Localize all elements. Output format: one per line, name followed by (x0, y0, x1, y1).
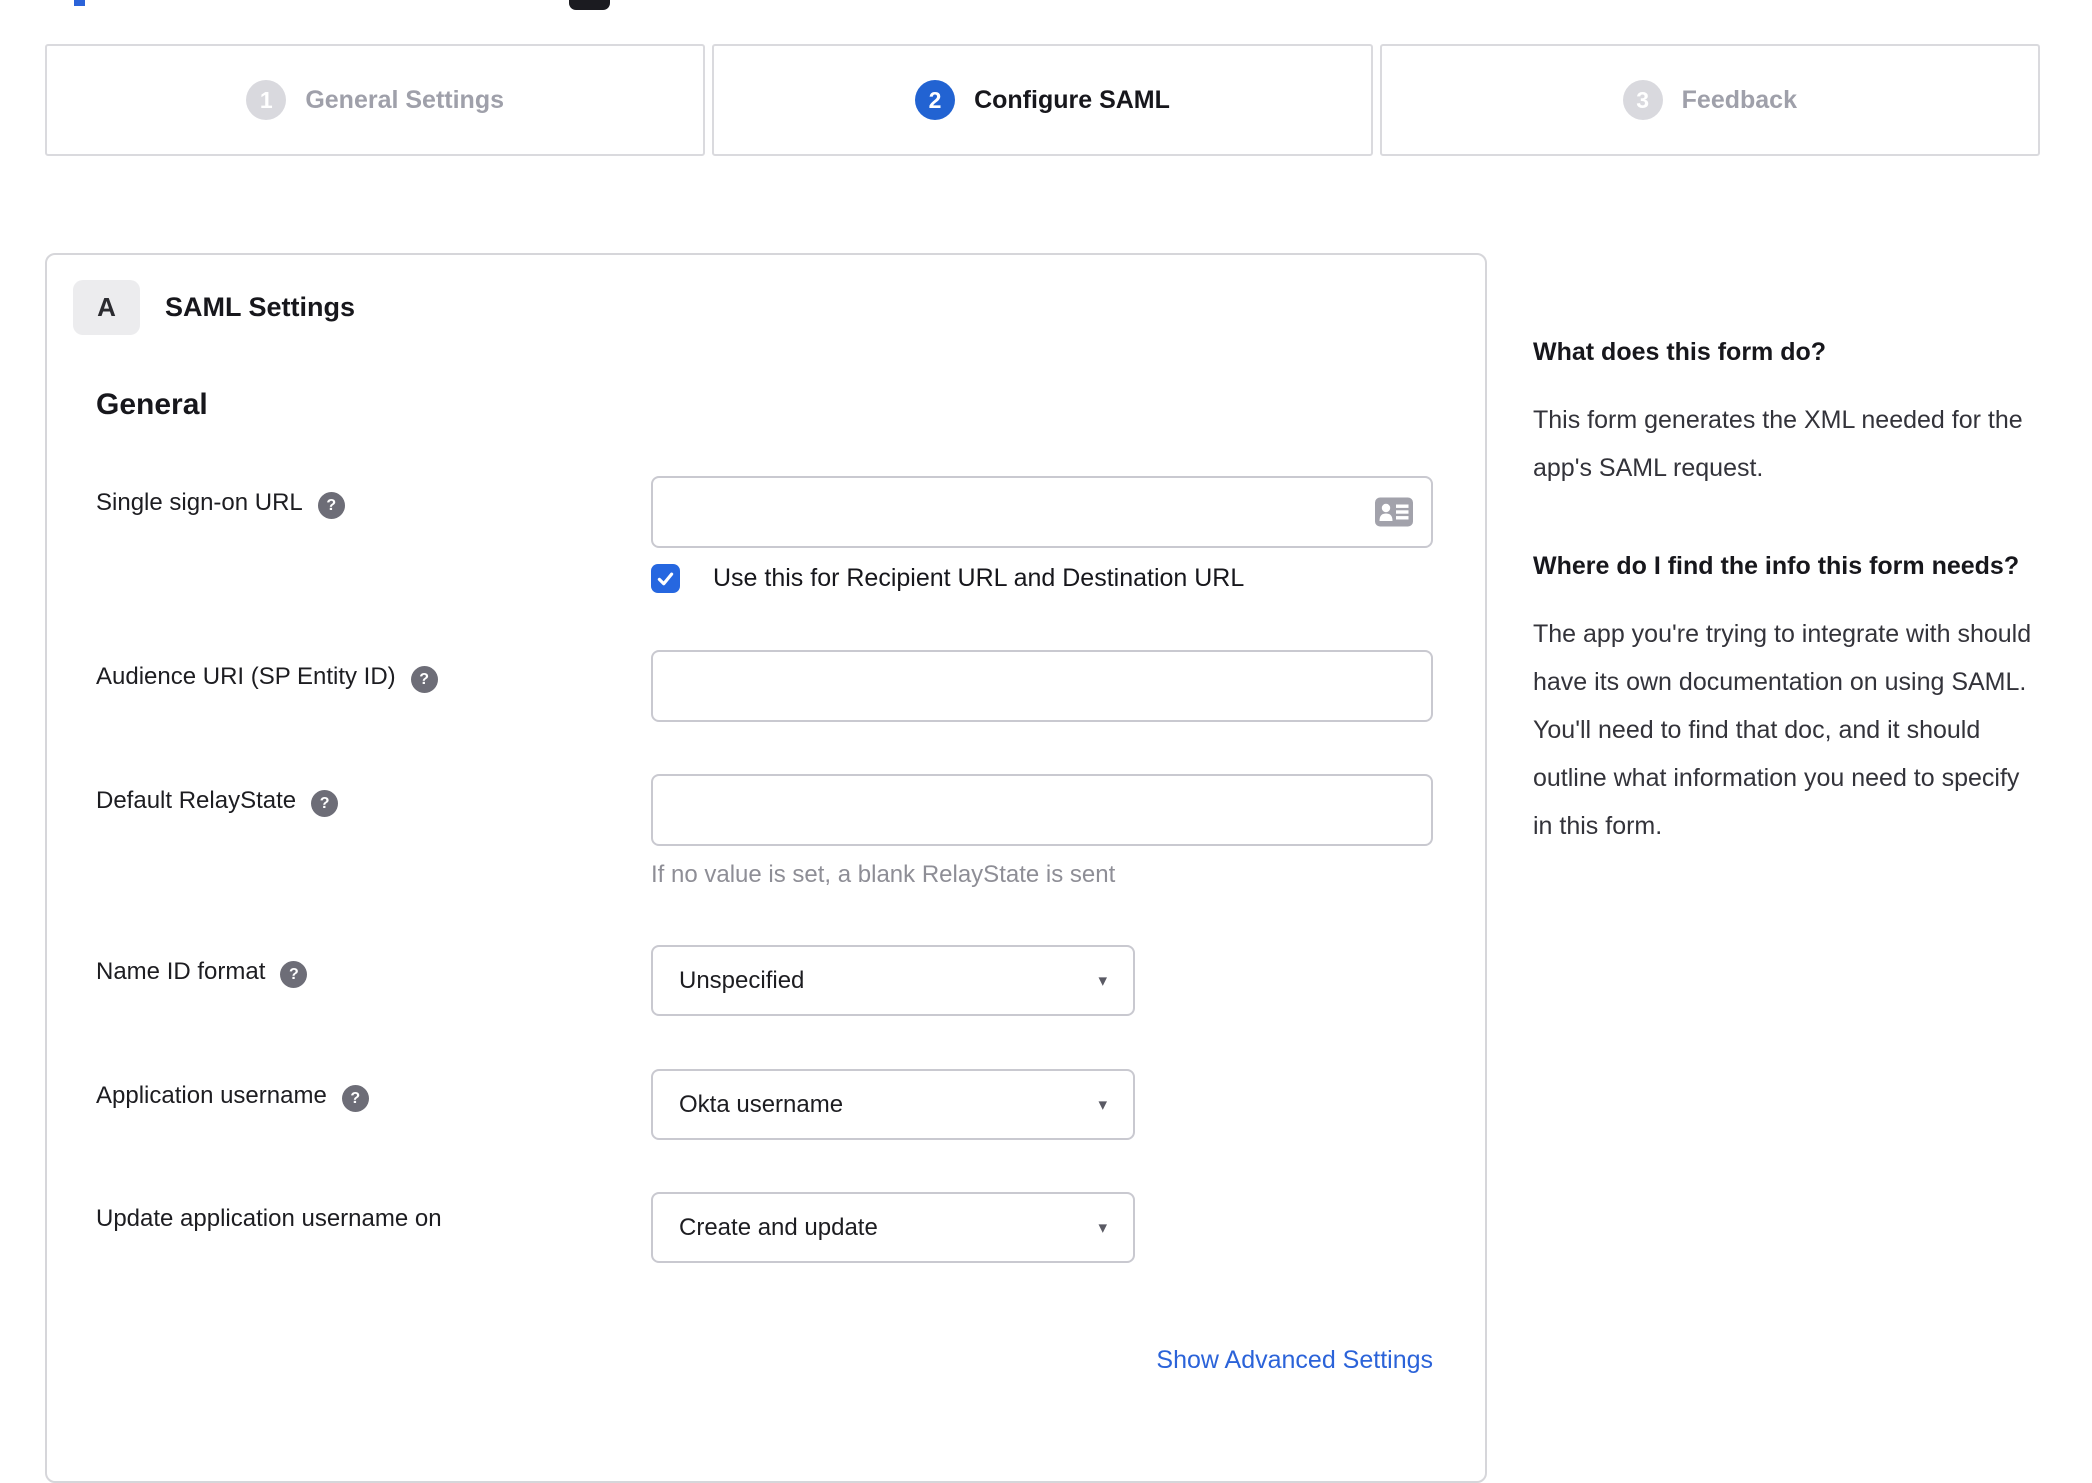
update-username-value: Create and update (679, 1213, 878, 1241)
audience-uri-label-wrap: Audience URI (SP Entity ID) ? (96, 650, 651, 693)
help-icon[interactable]: ? (280, 961, 308, 988)
chevron-down-icon: ▾ (1098, 971, 1107, 990)
name-id-format-label-wrap: Name ID format ? (96, 945, 651, 988)
relay-state-hint: If no value is set, a blank RelayState i… (651, 861, 1116, 888)
help-icon[interactable]: ? (410, 666, 438, 693)
help-body-what: This form generates the XML needed for t… (1533, 406, 2023, 482)
update-username-control: Create and update ▾ (651, 1192, 1485, 1263)
update-username-row: Update application username on Create an… (96, 1192, 1485, 1263)
name-id-format-select[interactable]: Unspecified ▾ (651, 945, 1135, 1016)
sso-url-row: Single sign-on URL ? Use this for Recipi… (96, 476, 1485, 593)
recipient-url-checkbox-label[interactable]: Use this for Recipient URL and Destinati… (713, 564, 1244, 593)
clipped-blue-fragment (74, 0, 85, 6)
sso-url-input[interactable] (651, 476, 1433, 548)
recipient-url-checkbox[interactable] (651, 564, 680, 593)
help-body-where: The app you're trying to integrate with … (1533, 620, 2032, 840)
step-label: Configure SAML (974, 85, 1170, 114)
step-number-badge: 3 (1622, 80, 1663, 120)
help-icon[interactable]: ? (317, 492, 345, 519)
relay-state-label-wrap: Default RelayState ? (96, 774, 651, 817)
audience-uri-input[interactable] (651, 650, 1433, 722)
chevron-down-icon: ▾ (1098, 1218, 1107, 1237)
application-username-label: Application username (96, 1082, 327, 1109)
update-username-label-wrap: Update application username on (96, 1192, 651, 1233)
recipient-url-checkbox-row: Use this for Recipient URL and Destinati… (651, 564, 1485, 593)
application-username-select[interactable]: Okta username ▾ (651, 1069, 1135, 1140)
help-heading-where: Where do I find the info this form needs… (1533, 552, 2020, 580)
relay-state-row: Default RelayState ? If no value is set,… (96, 774, 1485, 889)
saml-settings-card: A SAML Settings General Single sign-on U… (45, 253, 1487, 1483)
step-feedback[interactable]: 3 Feedback (1379, 44, 2040, 156)
help-icon[interactable]: ? (311, 790, 339, 817)
sso-url-control: Use this for Recipient URL and Destinati… (651, 476, 1485, 593)
card-title: SAML Settings (165, 292, 356, 322)
card-header: A SAML Settings (73, 280, 1485, 335)
step-number-badge: 2 (915, 80, 956, 120)
name-id-format-value: Unspecified (679, 966, 805, 994)
general-section-heading: General (96, 388, 208, 421)
sso-url-label: Single sign-on URL (96, 489, 303, 516)
help-icon[interactable]: ? (341, 1085, 369, 1112)
application-username-control: Okta username ▾ (651, 1069, 1485, 1140)
step-configure-saml[interactable]: 2 Configure SAML (712, 44, 1373, 156)
application-username-row: Application username ? Okta username ▾ (96, 1069, 1485, 1140)
help-sidebar: What does this form do? This form genera… (1533, 330, 2045, 902)
advanced-settings-row: Show Advanced Settings (96, 1346, 1433, 1375)
audience-uri-row: Audience URI (SP Entity ID) ? (96, 650, 1485, 722)
section-a-badge: A (73, 280, 140, 335)
saml-form: Single sign-on URL ? Use this for Recipi… (96, 476, 1485, 1263)
step-label: Feedback (1681, 85, 1797, 114)
audience-uri-control (651, 650, 1485, 722)
sso-url-label-wrap: Single sign-on URL ? (96, 476, 651, 519)
chevron-down-icon: ▾ (1098, 1095, 1107, 1114)
wizard-stepper: 1 General Settings 2 Configure SAML 3 Fe… (45, 44, 2040, 156)
relay-state-input[interactable] (651, 774, 1433, 846)
sso-url-input-wrap (651, 476, 1433, 548)
show-advanced-settings-link[interactable]: Show Advanced Settings (1156, 1346, 1433, 1374)
application-username-value: Okta username (679, 1090, 844, 1118)
application-username-label-wrap: Application username ? (96, 1069, 651, 1112)
clipped-dark-fragment (569, 0, 610, 10)
relay-state-control: If no value is set, a blank RelayState i… (651, 774, 1485, 889)
update-username-label: Update application username on (96, 1205, 442, 1232)
name-id-format-control: Unspecified ▾ (651, 945, 1485, 1016)
name-id-format-label: Name ID format (96, 958, 266, 985)
update-username-select[interactable]: Create and update ▾ (651, 1192, 1135, 1263)
help-heading-what: What does this form do? (1533, 338, 1827, 366)
step-number-badge: 1 (246, 80, 287, 120)
audience-uri-label: Audience URI (SP Entity ID) (96, 663, 396, 690)
name-id-format-row: Name ID format ? Unspecified ▾ (96, 945, 1485, 1016)
relay-state-label: Default RelayState (96, 787, 297, 814)
step-general-settings[interactable]: 1 General Settings (45, 44, 706, 156)
contact-card-icon (1375, 497, 1413, 527)
step-label: General Settings (305, 85, 504, 114)
